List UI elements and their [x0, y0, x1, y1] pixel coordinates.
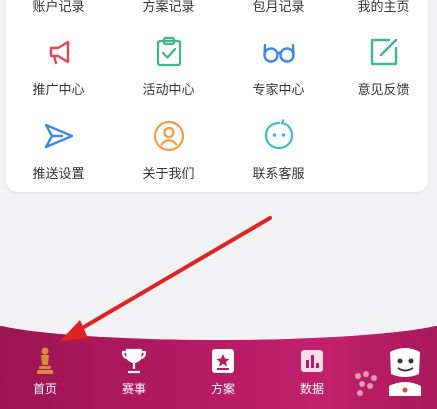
tab-home[interactable]: 首页	[15, 346, 75, 397]
account-records-link[interactable]: 账户记录	[6, 0, 111, 15]
chat-bubble-icon	[262, 119, 296, 153]
tab-data[interactable]: 数据	[282, 346, 342, 397]
glasses-icon	[262, 35, 296, 69]
monthly-records-link[interactable]: 包月记录	[226, 0, 331, 15]
customer-service-label: 联系客服	[252, 167, 305, 182]
account-records-label: 账户记录	[32, 0, 85, 15]
cup-icon	[119, 346, 149, 376]
tab-plans[interactable]: 方案	[193, 346, 253, 397]
tabbar-curve-divider	[0, 326, 437, 340]
send-icon	[42, 119, 76, 153]
edit-icon	[367, 35, 401, 69]
watermark-logo-icon	[350, 366, 384, 400]
document-star-icon	[208, 346, 238, 376]
clipboard-check-icon	[152, 35, 186, 69]
plan-records-link[interactable]: 方案记录	[116, 0, 221, 15]
activity-label: 活动中心	[142, 83, 195, 98]
monthly-records-label: 包月记录	[252, 0, 305, 15]
mascot-icon	[385, 346, 425, 396]
chart-icon	[297, 346, 327, 376]
tab-matches-label: 赛事	[121, 382, 146, 396]
tab-data-label: 数据	[299, 382, 324, 396]
top-row: 账户记录 方案记录 包月记录 我的主页	[6, 0, 428, 16]
tab-plans-label: 方案	[210, 382, 235, 396]
expert-label: 专家中心	[252, 83, 305, 98]
push-settings-label: 推送设置	[32, 167, 85, 182]
feedback-label: 意见反馈	[357, 83, 410, 98]
plan-records-label: 方案记录	[142, 0, 195, 15]
my-homepage-label: 我的主页	[357, 0, 410, 15]
tab-matches[interactable]: 赛事	[104, 346, 164, 397]
megaphone-icon	[42, 35, 76, 69]
trophy-figure-icon	[30, 346, 60, 376]
bottom-tab-bar: 首页 赛事 方案 数据	[0, 326, 437, 409]
menu-card: 账户记录 方案记录 包月记录 我的主页 推广中心 活动中心 专家中心 意见反馈 …	[6, 0, 428, 192]
my-homepage-link[interactable]: 我的主页	[331, 0, 428, 15]
tab-home-label: 首页	[32, 382, 57, 396]
about-us-label: 关于我们	[142, 167, 195, 182]
promotion-label: 推广中心	[32, 83, 85, 98]
user-circle-icon	[152, 119, 186, 153]
